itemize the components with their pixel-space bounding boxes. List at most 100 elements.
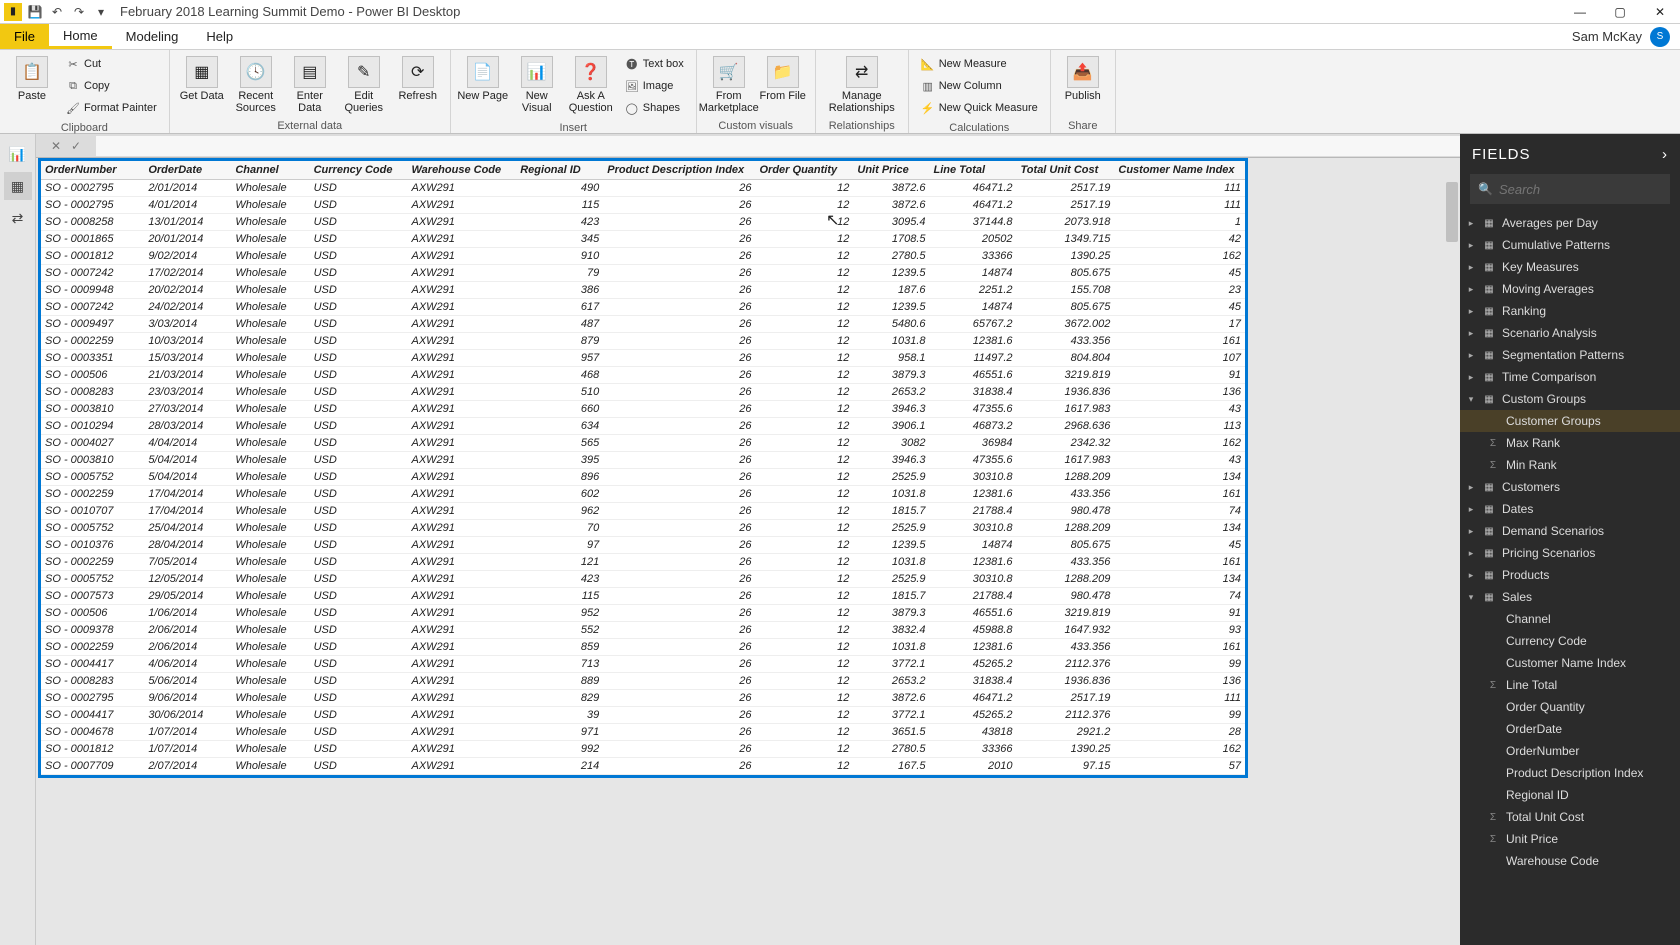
- maximize-button[interactable]: ▢: [1600, 0, 1640, 24]
- fields-table[interactable]: ▸▦Scenario Analysis: [1460, 322, 1680, 344]
- table-cell[interactable]: 12381.6: [930, 486, 1017, 503]
- table-cell[interactable]: 107: [1114, 350, 1245, 367]
- table-cell[interactable]: 14874: [930, 537, 1017, 554]
- table-cell[interactable]: Wholesale: [231, 231, 309, 248]
- table-cell[interactable]: 28/04/2014: [144, 537, 231, 554]
- table-cell[interactable]: Wholesale: [231, 673, 309, 690]
- table-cell[interactable]: 713: [516, 656, 603, 673]
- table-row[interactable]: SO - 00093782/06/2014WholesaleUSDAXW2915…: [41, 622, 1245, 639]
- table-cell[interactable]: 12: [756, 231, 854, 248]
- table-cell[interactable]: 2653.2: [853, 384, 929, 401]
- column-header[interactable]: Product Description Index: [603, 161, 755, 180]
- table-cell[interactable]: USD: [310, 622, 408, 639]
- table-cell[interactable]: AXW291: [407, 180, 516, 197]
- fields-field[interactable]: Channel: [1460, 608, 1680, 630]
- table-cell[interactable]: Wholesale: [231, 758, 309, 775]
- table-cell[interactable]: 12: [756, 571, 854, 588]
- table-cell[interactable]: AXW291: [407, 707, 516, 724]
- table-cell[interactable]: SO - 0005752: [41, 520, 144, 537]
- table-cell[interactable]: USD: [310, 571, 408, 588]
- table-cell[interactable]: AXW291: [407, 605, 516, 622]
- table-cell[interactable]: Wholesale: [231, 401, 309, 418]
- table-cell[interactable]: AXW291: [407, 537, 516, 554]
- table-cell[interactable]: 1/07/2014: [144, 724, 231, 741]
- table-cell[interactable]: 2968.636: [1017, 418, 1115, 435]
- table-cell[interactable]: 433.356: [1017, 333, 1115, 350]
- table-cell[interactable]: 992: [516, 741, 603, 758]
- table-cell[interactable]: 12: [756, 690, 854, 707]
- table-cell[interactable]: Wholesale: [231, 180, 309, 197]
- table-cell[interactable]: SO - 0003810: [41, 401, 144, 418]
- table-cell[interactable]: SO - 0003810: [41, 452, 144, 469]
- table-cell[interactable]: USD: [310, 180, 408, 197]
- table-cell[interactable]: SO - 0007709: [41, 758, 144, 775]
- cut-button[interactable]: ✂Cut: [60, 54, 163, 74]
- table-cell[interactable]: 26: [603, 690, 755, 707]
- table-cell[interactable]: 2/06/2014: [144, 639, 231, 656]
- table-cell[interactable]: SO - 0002795: [41, 180, 144, 197]
- table-cell[interactable]: 468: [516, 367, 603, 384]
- table-cell[interactable]: 134: [1114, 469, 1245, 486]
- fields-search-input[interactable]: [1499, 182, 1677, 197]
- table-cell[interactable]: Wholesale: [231, 622, 309, 639]
- tab-home[interactable]: Home: [49, 24, 112, 49]
- close-button[interactable]: ✕: [1640, 0, 1680, 24]
- table-cell[interactable]: USD: [310, 384, 408, 401]
- table-cell[interactable]: 15/03/2014: [144, 350, 231, 367]
- table-cell[interactable]: SO - 0008258: [41, 214, 144, 231]
- table-cell[interactable]: Wholesale: [231, 554, 309, 571]
- table-cell[interactable]: 2073.918: [1017, 214, 1115, 231]
- table-cell[interactable]: SO - 0004417: [41, 656, 144, 673]
- table-cell[interactable]: 12: [756, 401, 854, 418]
- table-cell[interactable]: AXW291: [407, 197, 516, 214]
- table-cell[interactable]: AXW291: [407, 214, 516, 231]
- table-cell[interactable]: SO - 0002259: [41, 333, 144, 350]
- table-cell[interactable]: 12: [756, 316, 854, 333]
- table-row[interactable]: SO - 00077092/07/2014WholesaleUSDAXW2912…: [41, 758, 1245, 775]
- table-cell[interactable]: 36984: [930, 435, 1017, 452]
- table-cell[interactable]: 958.1: [853, 350, 929, 367]
- table-cell[interactable]: Wholesale: [231, 333, 309, 350]
- table-cell[interactable]: 45: [1114, 265, 1245, 282]
- fields-field[interactable]: OrderNumber: [1460, 740, 1680, 762]
- table-cell[interactable]: AXW291: [407, 231, 516, 248]
- table-cell[interactable]: 12/05/2014: [144, 571, 231, 588]
- table-cell[interactable]: 99: [1114, 707, 1245, 724]
- table-cell[interactable]: 167.5: [853, 758, 929, 775]
- table-cell[interactable]: AXW291: [407, 758, 516, 775]
- table-cell[interactable]: 26: [603, 537, 755, 554]
- table-cell[interactable]: Wholesale: [231, 248, 309, 265]
- table-cell[interactable]: USD: [310, 299, 408, 316]
- table-cell[interactable]: 26: [603, 588, 755, 605]
- table-cell[interactable]: 1617.983: [1017, 452, 1115, 469]
- redo-icon[interactable]: ↷: [70, 3, 88, 21]
- table-cell[interactable]: 1031.8: [853, 554, 929, 571]
- table-cell[interactable]: 5/06/2014: [144, 673, 231, 690]
- column-header[interactable]: Line Total: [930, 161, 1017, 180]
- table-cell[interactable]: 1708.5: [853, 231, 929, 248]
- table-cell[interactable]: Wholesale: [231, 452, 309, 469]
- table-cell[interactable]: 12: [756, 588, 854, 605]
- table-cell[interactable]: USD: [310, 282, 408, 299]
- fields-field[interactable]: ΣMin Rank: [1460, 454, 1680, 476]
- table-cell[interactable]: USD: [310, 248, 408, 265]
- table-cell[interactable]: 12: [756, 214, 854, 231]
- table-cell[interactable]: 12: [756, 435, 854, 452]
- table-cell[interactable]: 12: [756, 197, 854, 214]
- table-cell[interactable]: AXW291: [407, 384, 516, 401]
- table-row[interactable]: SO - 000724217/02/2014WholesaleUSDAXW291…: [41, 265, 1245, 282]
- table-cell[interactable]: 2517.19: [1017, 180, 1115, 197]
- table-cell[interactable]: 12: [756, 469, 854, 486]
- table-cell[interactable]: 12: [756, 452, 854, 469]
- table-cell[interactable]: SO - 0008283: [41, 384, 144, 401]
- table-cell[interactable]: USD: [310, 673, 408, 690]
- table-row[interactable]: SO - 00038105/04/2014WholesaleUSDAXW2913…: [41, 452, 1245, 469]
- new-column-button[interactable]: ▥New Column: [915, 76, 1044, 96]
- table-cell[interactable]: 9/06/2014: [144, 690, 231, 707]
- table-cell[interactable]: USD: [310, 333, 408, 350]
- table-cell[interactable]: 33366: [930, 741, 1017, 758]
- table-cell[interactable]: 91: [1114, 367, 1245, 384]
- table-cell[interactable]: Wholesale: [231, 571, 309, 588]
- table-cell[interactable]: USD: [310, 639, 408, 656]
- table-cell[interactable]: 187.6: [853, 282, 929, 299]
